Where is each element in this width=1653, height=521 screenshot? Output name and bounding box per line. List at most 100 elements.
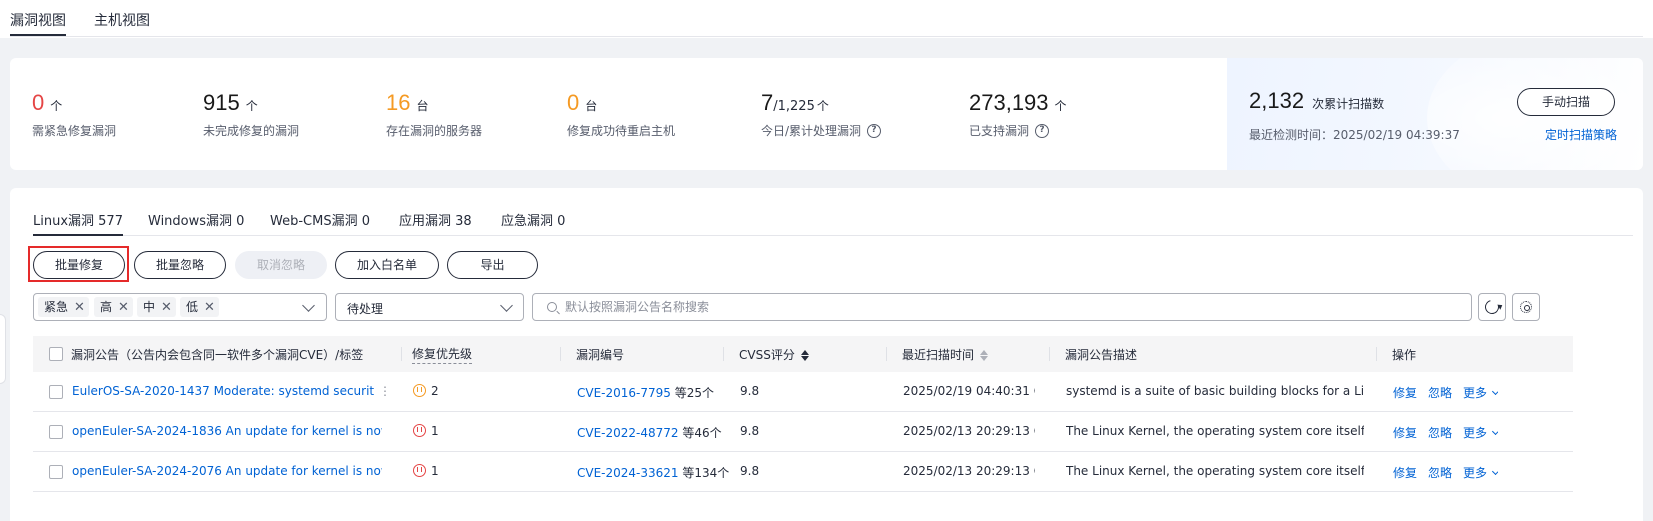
batch-fix-button[interactable]: 批量修复	[33, 251, 125, 279]
close-icon[interactable]: ✕	[204, 300, 215, 315]
side-drawer-handle[interactable]	[0, 314, 6, 384]
more-menu[interactable]: 更多	[1463, 424, 1499, 441]
stat-value: 0	[32, 90, 45, 115]
chip-label: 高	[100, 300, 113, 314]
cvss-score: 9.8	[740, 464, 760, 478]
stats-card: 0个 需紧急修复漏洞 915 个 未完成修复的漏洞 16 台 存在漏洞的服务器 0台…	[10, 58, 1643, 170]
column-header-last-scan[interactable]: 最近扫描时间	[902, 346, 989, 363]
more-menu[interactable]: 更多	[1463, 464, 1499, 481]
cve-link[interactable]: CVE-2022-48772	[577, 426, 679, 440]
close-icon[interactable]: ✕	[74, 300, 85, 315]
sort-icon[interactable]	[800, 349, 809, 362]
notice-description: The Linux Kernel, the operating system c…	[1066, 424, 1364, 438]
vulnerability-type-tabs: Linux漏洞 577 Windows漏洞 0 Web-CMS漏洞 0 应用漏洞…	[33, 210, 1633, 236]
cve-more-count[interactable]: 等134个	[682, 466, 729, 480]
priority-icon	[413, 464, 426, 477]
notice-description: The Linux Kernel, the operating system c…	[1066, 464, 1364, 478]
chip-label: 紧急	[44, 300, 69, 314]
fix-link[interactable]: 修复	[1393, 424, 1417, 441]
batch-ignore-button[interactable]: 批量忽略	[134, 251, 226, 279]
sort-icon[interactable]	[980, 349, 989, 362]
stat-label: 已支持漏洞	[969, 124, 1030, 138]
help-icon[interactable]: ?	[1035, 123, 1050, 138]
select-all-checkbox[interactable]	[49, 347, 63, 361]
search-icon	[547, 302, 557, 312]
more-menu[interactable]: 更多	[1463, 384, 1499, 401]
stat-unit: 个	[1054, 99, 1067, 113]
severity-filter-select[interactable]: 紧急 ✕ 高 ✕ 中 ✕ 低 ✕	[33, 293, 327, 321]
stat-label: 今日/累计处理漏洞	[761, 124, 862, 138]
last-scan-time: 2025/02/13 20:29:13 G...	[903, 424, 1035, 438]
close-icon[interactable]: ✕	[118, 300, 129, 315]
tabs-divider	[10, 36, 1643, 37]
fix-link[interactable]: 修复	[1393, 384, 1417, 401]
tab-application[interactable]: 应用漏洞 38	[399, 210, 472, 229]
stat-label: 未完成修复的漏洞	[203, 124, 300, 138]
stat-supported: 273,193 个 已支持漏洞?	[969, 90, 1067, 139]
more-label: 更多	[1463, 426, 1488, 440]
refresh-button[interactable]	[1478, 293, 1506, 321]
row-checkbox[interactable]	[49, 385, 63, 399]
column-divider	[1049, 347, 1050, 361]
table-row: openEuler-SA-2024-1836 An update for ker…	[33, 412, 1573, 452]
notice-link[interactable]: openEuler-SA-2024-1836 An update for ker…	[72, 424, 382, 438]
gear-icon	[1520, 301, 1532, 313]
cancel-ignore-button[interactable]: 取消忽略	[235, 251, 327, 279]
cve-link[interactable]: CVE-2016-7795	[577, 386, 671, 400]
severity-chip: 中 ✕	[137, 297, 176, 317]
tab-windows[interactable]: Windows漏洞 0	[148, 210, 244, 229]
ignore-link[interactable]: 忽略	[1428, 424, 1452, 441]
add-whitelist-button[interactable]: 加入白名单	[335, 251, 439, 279]
tab-host-view[interactable]: 主机视图	[94, 10, 150, 30]
column-header-priority[interactable]: 修复优先级	[412, 345, 473, 364]
export-button[interactable]: 导出	[447, 251, 538, 279]
scan-panel: 2,132 次累计扫描数 最近检测时间：2025/02/19 04:39:37 手…	[1227, 58, 1643, 170]
stat-label: 修复成功待重启主机	[567, 124, 676, 138]
priority-value: 2	[431, 384, 439, 398]
cvss-score: 9.8	[740, 424, 760, 438]
chip-label: 低	[186, 300, 199, 314]
priority-icon	[413, 424, 426, 437]
settings-button[interactable]	[1512, 293, 1540, 321]
tab-vulnerability-view[interactable]: 漏洞视图	[10, 10, 66, 36]
stat-value: 0	[567, 90, 580, 115]
column-header-cve: 漏洞编号	[576, 348, 625, 362]
tab-emergency[interactable]: 应急漏洞 0	[501, 210, 565, 229]
close-icon[interactable]: ✕	[161, 300, 172, 315]
notice-link[interactable]: openEuler-SA-2024-2076 An update for ker…	[72, 464, 382, 478]
stat-unit: 个	[50, 99, 63, 113]
cvss-score: 9.8	[740, 384, 760, 398]
row-checkbox[interactable]	[49, 425, 63, 439]
chip-label: 中	[143, 300, 156, 314]
cve-more-count[interactable]: 等46个	[682, 426, 721, 440]
column-header-last-scan-label: 最近扫描时间	[902, 348, 975, 362]
search-input[interactable]	[565, 298, 1445, 316]
tab-web-cms[interactable]: Web-CMS漏洞 0	[270, 210, 370, 229]
stat-label: 需紧急修复漏洞	[32, 124, 117, 138]
priority-value: 1	[431, 424, 439, 438]
status-filter-select[interactable]: 待处理	[335, 293, 524, 321]
column-header-operations: 操作	[1392, 348, 1417, 362]
column-divider	[723, 347, 724, 361]
tab-linux[interactable]: Linux漏洞 577	[33, 210, 123, 236]
ignore-link[interactable]: 忽略	[1428, 464, 1452, 481]
column-header-cvss[interactable]: CVSS评分	[739, 346, 809, 363]
cve-more-count[interactable]: 等25个	[675, 386, 714, 400]
more-label: 更多	[1463, 386, 1488, 400]
notice-link[interactable]: EulerOS-SA-2020-1437 Moderate: systemd s…	[72, 384, 374, 398]
ignore-link[interactable]: 忽略	[1428, 384, 1452, 401]
scan-count: 2,132	[1249, 88, 1305, 113]
scheduled-scan-policy-link[interactable]: 定时扫描策略	[1545, 126, 1617, 143]
row-checkbox[interactable]	[49, 465, 63, 479]
chevron-down-icon	[1491, 427, 1499, 436]
cve-link[interactable]: CVE-2024-33621	[577, 466, 679, 480]
fix-link[interactable]: 修复	[1393, 464, 1417, 481]
last-scan-time: 最近检测时间：2025/02/19 04:39:37	[1249, 128, 1460, 142]
help-icon[interactable]: ?	[867, 123, 882, 138]
scan-count-unit: 次累计扫描数	[1312, 97, 1385, 111]
manual-scan-button[interactable]: 手动扫描	[1517, 88, 1615, 116]
stat-handled: 7/1,225 个 今日/累计处理漏洞?	[761, 90, 882, 139]
more-tags-icon[interactable]: ⋮	[379, 384, 391, 398]
stat-pending-reboot: 0台 修复成功待重启主机	[567, 90, 675, 139]
stat-label: 存在漏洞的服务器	[386, 124, 483, 138]
